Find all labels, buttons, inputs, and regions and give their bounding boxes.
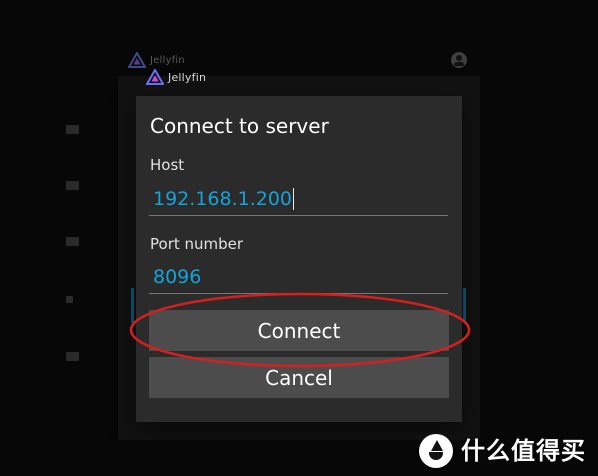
text-caret: [293, 187, 295, 210]
background-folder-icon: [66, 352, 79, 361]
host-value: 192.168.1.200: [153, 187, 293, 210]
jellyfin-logo-icon: [128, 52, 146, 68]
background-selection-accent: [131, 288, 134, 323]
background-folder-icon: [66, 181, 79, 190]
cancel-button[interactable]: Cancel: [149, 357, 449, 398]
watermark-text: 什么值得买: [461, 437, 586, 465]
port-number-input[interactable]: 8096: [149, 260, 448, 294]
port-value: 8096: [153, 265, 202, 288]
app-screen: Jellyfin Jellyfin Connect to server Host…: [0, 0, 598, 476]
connect-button[interactable]: Connect: [149, 310, 449, 351]
jellyfin-brand: Jellyfin: [146, 69, 206, 85]
dialog-title: Connect to server: [150, 114, 329, 138]
user-account-icon[interactable]: [451, 52, 467, 68]
host-label: Host: [150, 156, 185, 174]
background-selection-accent: [463, 288, 466, 323]
brand-name: Jellyfin: [168, 70, 207, 84]
watermark: 什么值得买: [419, 434, 586, 468]
background-bullet-icon: [66, 296, 73, 303]
host-input[interactable]: 192.168.1.200: [149, 182, 448, 216]
background-folder-icon: [66, 237, 79, 246]
smzdm-logo-icon: [419, 434, 453, 468]
background-brand: Jellyfin: [128, 52, 185, 68]
background-brand-name: Jellyfin: [150, 54, 185, 66]
jellyfin-logo-icon: [146, 69, 164, 85]
connect-to-server-dialog: Connect to server Host 192.168.1.200 Por…: [136, 96, 462, 422]
background-folder-icon: [66, 125, 79, 134]
port-number-label: Port number: [150, 235, 244, 253]
